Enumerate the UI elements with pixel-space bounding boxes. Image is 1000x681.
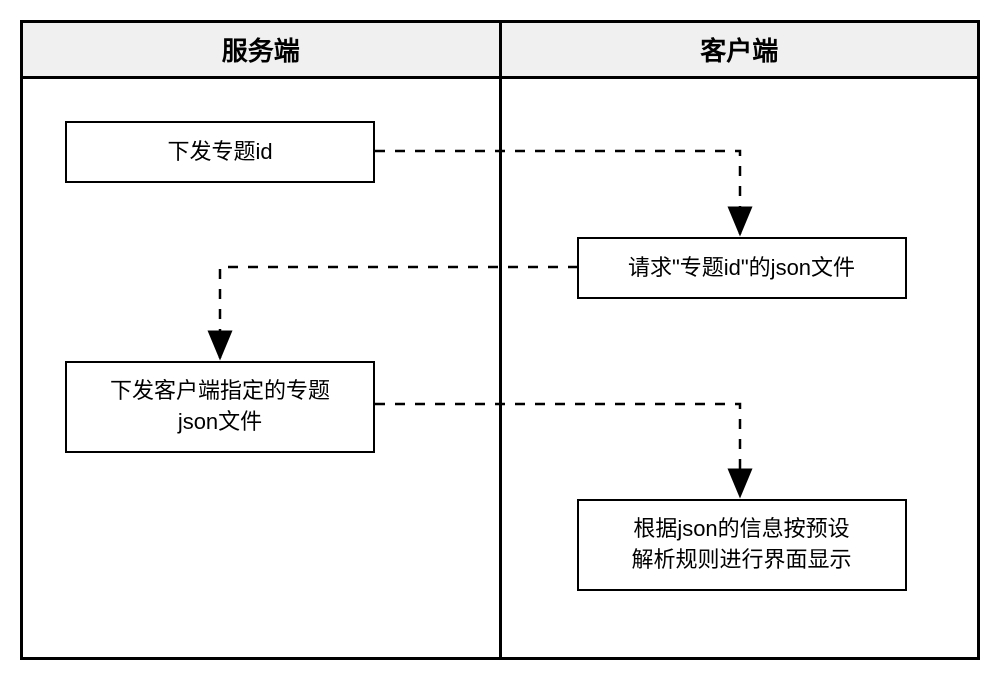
swimlane-diagram: 服务端 客户端 下发专题id 下发客户端指定的专题json文件 请求"专题id"…: [20, 20, 980, 660]
lane-client: 请求"专题id"的json文件 根据json的信息按预设解析规则进行界面显示: [500, 78, 979, 659]
header-client: 客户端: [500, 22, 979, 78]
node-request-json: 请求"专题id"的json文件: [577, 237, 907, 299]
swimlane-table: 服务端 客户端 下发专题id 下发客户端指定的专题json文件 请求"专题id"…: [20, 20, 980, 660]
lane-server: 下发专题id 下发客户端指定的专题json文件: [22, 78, 501, 659]
node-parse-display: 根据json的信息按预设解析规则进行界面显示: [577, 499, 907, 591]
node-issue-json-file: 下发客户端指定的专题json文件: [65, 361, 375, 453]
node-issue-topic-id: 下发专题id: [65, 121, 375, 183]
header-server: 服务端: [22, 22, 501, 78]
